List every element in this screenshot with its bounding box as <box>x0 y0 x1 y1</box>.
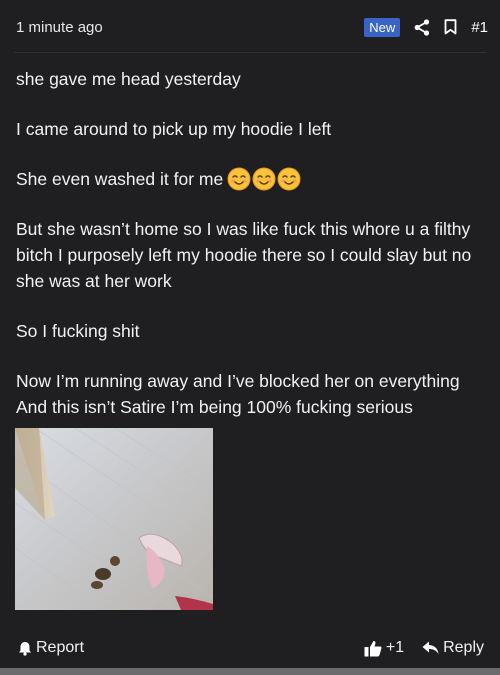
bottom-scrollbar <box>0 668 500 675</box>
bookmark-icon[interactable] <box>444 19 457 35</box>
post-text-line: Now I’m running away and I’ve blocked he… <box>16 371 460 391</box>
post-text-line: And this isn’t Satire I’m being 100% fuc… <box>16 397 413 417</box>
report-button[interactable]: Report <box>18 639 84 657</box>
smiling-face-emoji <box>227 167 251 191</box>
smiling-face-emoji <box>277 167 301 191</box>
post-timestamp: 1 minute ago <box>16 18 103 36</box>
header-divider <box>14 52 486 53</box>
share-icon[interactable] <box>414 18 430 36</box>
reply-label: Reply <box>443 639 484 656</box>
smiling-face-emoji <box>252 167 276 191</box>
like-button[interactable]: +1 <box>364 639 404 657</box>
post-text-line: But she wasn’t home so I was like fuck t… <box>16 219 472 291</box>
post-text-line: she gave me head yesterday <box>16 69 241 89</box>
post-footer: Report +1 Reply <box>18 636 484 660</box>
reply-arrow-icon <box>422 641 439 655</box>
post-image[interactable] <box>15 428 213 610</box>
report-label: Report <box>36 639 85 656</box>
bell-icon <box>18 641 32 656</box>
post-text-line: So I fucking shit <box>16 321 140 341</box>
post-header: 1 minute ago New #1 <box>16 13 488 41</box>
post-text-line-with-emoji: She even washed it for me <box>16 166 486 192</box>
post-number[interactable]: #1 <box>471 19 488 36</box>
reply-button[interactable]: Reply <box>422 639 484 657</box>
post-body: she gave me head yesterday I came around… <box>16 66 486 420</box>
post-text-line: She even washed it for me <box>16 169 224 189</box>
post-actions-top: New #1 <box>364 17 488 37</box>
post-card: 1 minute ago New #1 she gave me head yes… <box>0 0 500 668</box>
new-badge: New <box>364 17 401 37</box>
post-text-line: I came around to pick up my hoodie I lef… <box>16 119 332 139</box>
like-count: +1 <box>385 639 405 656</box>
emoji-group <box>227 167 302 191</box>
thumbs-up-icon <box>364 640 382 657</box>
